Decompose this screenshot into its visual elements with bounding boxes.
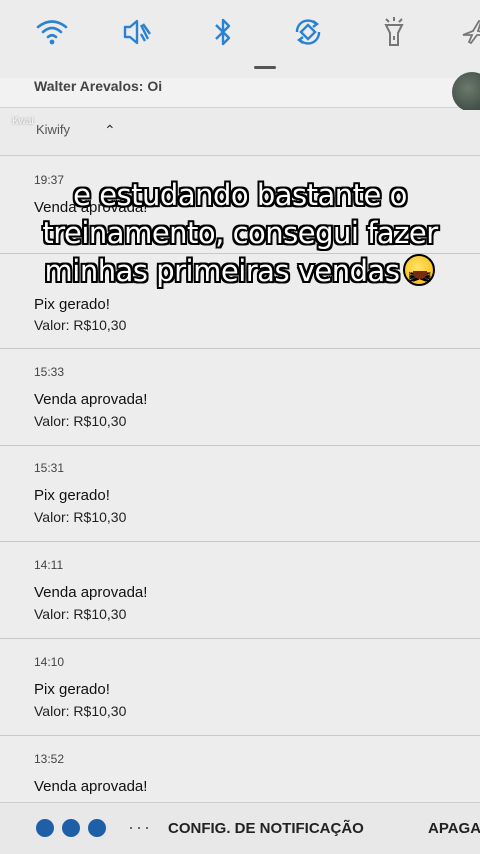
notification-value: Valor: R$10,30 [34,606,127,622]
notification-value: Valor: R$10,30 [34,509,127,525]
vibrate-icon[interactable] [118,14,154,50]
caption-line-2: treinamento, consegui fazer [42,216,438,250]
notification-value: Valor: R$10,30 [34,703,127,719]
notification-card[interactable]: 14:11 Venda aprovada! Valor: R$10,30 [0,542,480,639]
quick-settings-bar [0,0,480,78]
flashlight-icon[interactable] [376,14,412,50]
notification-value: Valor: R$10,30 [34,317,127,333]
chevron-up-icon[interactable]: ⌃ [104,122,116,139]
app-name: Kiwify [36,122,70,137]
auto-rotate-icon[interactable] [290,14,326,50]
notification-bottom-bar: ··· CONFIG. DE NOTIFICAÇÃO APAGAR [0,802,480,854]
caption-line-1: e estudando bastante o [73,178,407,212]
facebook-icon [88,819,106,837]
chat-preview-text: Walter Arevalos: Oi [34,78,163,94]
caption-line-3: minhas primeiras vendas [44,254,400,288]
notification-time: 14:10 [34,655,65,669]
app-icon [62,819,80,837]
notification-card[interactable]: 14:10 Pix gerado! Valor: R$10,30 [0,639,480,736]
app-group-header[interactable]: Kwai Kiwify ⌃ [0,110,480,156]
notification-settings-button[interactable]: CONFIG. DE NOTIFICAÇÃO [168,820,364,837]
notification-card[interactable]: 15:33 Venda aprovada! Valor: R$10,30 [0,349,480,446]
app-icon [36,819,54,837]
notification-title: Venda aprovada! [34,778,148,795]
watermark-logo: Kwai [12,116,34,127]
notification-time: 14:11 [34,558,64,572]
more-apps-icon[interactable]: ··· [128,817,152,838]
bluetooth-icon[interactable] [205,14,241,50]
wifi-icon[interactable] [34,14,70,50]
avatar [452,72,480,112]
notification-time: 15:31 [34,461,65,475]
notification-title: Pix gerado! [34,681,110,698]
notification-title: Venda aprovada! [34,391,148,408]
notification-time: 13:52 [34,752,65,766]
notification-title: Venda aprovada! [34,584,148,601]
chat-notification[interactable]: Walter Arevalos: Oi [0,72,480,112]
notification-card[interactable]: 15:31 Pix gerado! Valor: R$10,30 [0,446,480,542]
notification-title: Pix gerado! [34,296,110,313]
clear-all-button[interactable]: APAGAR [428,820,480,837]
notification-time: 15:33 [34,365,65,379]
panel-drag-handle[interactable] [254,66,276,69]
airplane-icon[interactable] [456,14,480,50]
video-caption: e estudando bastante o treinamento, cons… [0,176,480,297]
notification-value: Valor: R$10,30 [34,413,127,429]
notification-title: Pix gerado! [34,487,110,504]
laughing-emoji-icon [403,254,436,297]
caption-line-3-wrap: minhas primeiras vendas [0,252,480,297]
notification-card[interactable]: 13:52 Venda aprovada! [0,736,480,806]
